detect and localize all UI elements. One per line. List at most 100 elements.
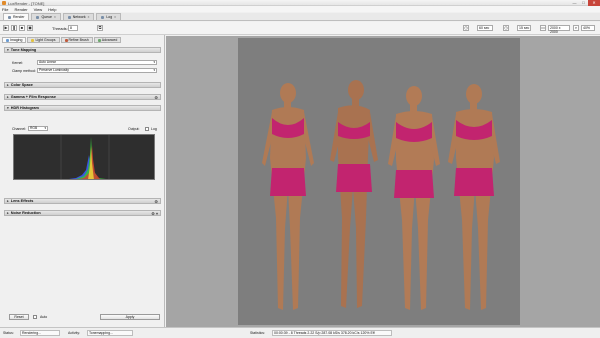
light-bulb-icon [31,38,35,42]
chevron-right-icon: ▸ [7,199,9,203]
imaging-panel: Imaging Light Groups Refine Brush Advanc… [0,35,165,327]
gamma-film-response-header[interactable]: ▸ Gamma + Film Response ⚙ [4,94,161,100]
kernel-select[interactable]: Auto Linear ▾ [37,60,157,65]
settings-gear-icon[interactable]: ⚙ [154,95,158,100]
advanced-icon [97,38,101,42]
tone-mapping-title: Tone Mapping [10,48,37,52]
menu-view[interactable]: View [34,7,43,12]
noise-reduction-header[interactable]: ▸ Noise Reduction ⚙ ▾ [4,210,161,216]
figure-1-skirt [270,168,306,196]
chevron-right-icon: ▸ [7,211,9,215]
activity-value: Tonemapping... [87,330,133,336]
channel-value: RGB [30,126,38,130]
figure-2-skirt [336,164,372,192]
kernel-value: Auto Linear [39,60,56,64]
rendered-figures [262,80,500,310]
reset-button[interactable]: Reset [9,314,29,320]
color-space-header[interactable]: ▸ Color Space [4,82,161,88]
pause-icon[interactable]: ❚ [11,25,17,31]
settings-gear-icon[interactable]: ⚙ ▾ [151,211,158,216]
tab-log[interactable]: Log x [96,13,121,20]
tab-close-icon[interactable]: x [114,15,116,19]
hdr-histogram-header[interactable]: ▾ HDR Histogram [4,105,161,111]
auto-label: Auto [40,315,48,319]
network-icon [67,15,71,19]
menu-file[interactable]: File [2,7,8,12]
output-label: Output: [128,127,140,131]
threads-spinbox[interactable]: 8 [68,25,78,31]
statistics-label: Statistics: [250,331,265,335]
noise-reduction-title: Noise Reduction [10,211,41,215]
clamp-method-select[interactable]: Preserve Luminosity ▾ [37,68,157,73]
activity-label: Activity: [68,331,81,335]
chevron-right-icon: ▸ [7,83,9,87]
main-tab-bar: Render Queue x Network x Log x [0,13,600,21]
figure-1 [262,83,314,310]
status-bar: Status: Rendering... Activity: Tonemappi… [0,327,600,338]
auto-checkbox[interactable] [33,315,37,319]
tab-close-icon[interactable]: x [54,15,56,19]
clamp-method-value: Preserve Luminosity [39,68,69,72]
resolution-field[interactable]: 2000 x 2000 [548,25,570,34]
channel-label: Channel: [12,127,27,131]
tab-network-label: Network [72,15,86,19]
channel-select[interactable]: RGB ▾ [28,126,48,131]
render-icon [8,15,11,19]
brush-icon [64,38,68,42]
threads-label: Threads: [52,26,68,31]
subtab-advanced[interactable]: Advanced [93,37,122,43]
subtab-light-groups-label: Light Groups [35,38,56,42]
imaging-icon [6,38,9,42]
kernel-label: Kernel: [12,61,24,65]
tab-network[interactable]: Network x [62,13,95,20]
menu-help[interactable]: Help [48,7,56,12]
dropdown-arrow-icon: ▾ [153,60,155,64]
subtab-imaging[interactable]: Imaging [2,37,27,43]
hdr-histogram-graph [13,134,155,180]
figure-2 [330,80,378,308]
lens-effects-title: Lens Effects [10,199,34,203]
halt-spp-icon[interactable]: ◷ [503,25,509,31]
chevron-down-icon: ▾ [7,106,9,110]
figure-4 [448,84,500,310]
settings-gear-icon[interactable]: ⚙ [154,199,158,204]
status-value: Rendering... [20,330,60,336]
resume-icon[interactable]: ▶ [3,25,9,31]
subtab-imaging-label: Imaging [10,38,23,42]
end-icon[interactable]: ◼ [27,25,33,31]
stop-icon[interactable]: ■ [19,25,25,31]
hdr-histogram-title: HDR Histogram [10,106,39,110]
menu-render[interactable]: Render [14,7,27,12]
apply-button[interactable]: Apply [100,314,160,320]
histogram-plot [60,135,110,179]
zoom-field[interactable]: 40% [581,25,595,31]
halt-spp-input[interactable]: 15 sec [517,25,531,31]
status-label: Status: [3,331,14,335]
copy-icon[interactable]: ⧉ [97,25,103,31]
render-viewport[interactable] [166,36,600,327]
queue-icon [36,15,40,19]
gamma-film-response-title: Gamma + Film Response [10,95,57,99]
tone-mapping-header[interactable]: ▾ Tone Mapping [4,47,161,53]
halt-time-icon[interactable]: ◷ [463,25,469,31]
log-icon [101,15,105,19]
tab-queue[interactable]: Queue x [31,13,61,20]
subtab-light-groups[interactable]: Light Groups [27,37,60,43]
tab-queue-label: Queue [41,15,52,19]
log-checkbox[interactable] [145,127,149,131]
chevron-down-icon: ▾ [7,48,9,52]
figure-4-skirt [454,168,494,196]
resolution-icon[interactable]: ▭ [540,25,546,31]
dropdown-arrow-icon: ▾ [153,68,155,72]
subtab-advanced-label: Advanced [101,38,118,42]
statistics-value: 00:00:39 - 8 Threads 2.22 S/p 287.08 kS/… [272,330,392,336]
subtab-refine-brush[interactable]: Refine Brush [60,37,93,43]
tab-render[interactable]: Render [3,13,30,20]
rendered-image [238,38,520,325]
clamp-method-label: Clamp method: [12,69,36,73]
lens-effects-header[interactable]: ▸ Lens Effects ⚙ [4,198,161,204]
toolbar: ▶ ❚ ■ ◼ Threads: 8 ⧉ ◷ 60 sec ◷ 15 sec ▭… [0,22,600,35]
zoom-icon[interactable]: ⌕ [573,25,579,31]
halt-time-input[interactable]: 60 sec [477,25,493,31]
tab-close-icon[interactable]: x [88,15,90,19]
